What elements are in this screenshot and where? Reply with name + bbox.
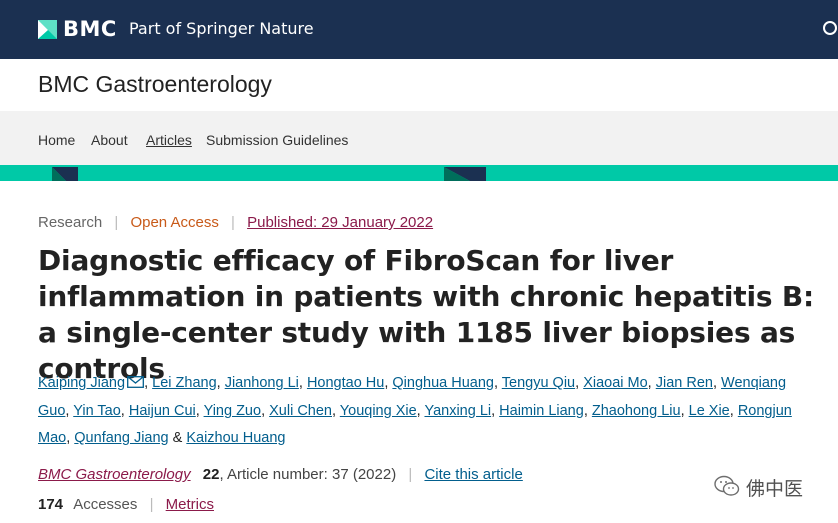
author-link[interactable]: Qinghua Huang — [392, 375, 494, 391]
citation-article-info: , Article number: 37 (2022) — [219, 466, 397, 483]
author-link[interactable]: Tengyu Qiu — [502, 375, 575, 391]
author-separator: , — [493, 375, 502, 391]
author-separator: & — [168, 430, 187, 446]
meta-divider: | — [231, 214, 235, 231]
author-separator: , — [491, 403, 500, 419]
nav-item-articles[interactable]: Articles — [146, 132, 192, 148]
metrics-divider: | — [149, 496, 154, 513]
author-link[interactable]: Kaizhou Huang — [186, 430, 285, 446]
nav-item-home[interactable]: Home — [38, 132, 75, 148]
author-link[interactable]: Hongtao Hu — [307, 375, 384, 391]
author-link[interactable]: Yanxing Li — [424, 403, 491, 419]
cite-this-article-link[interactable]: Cite this article — [424, 466, 522, 483]
author-separator: , — [729, 403, 738, 419]
brand-name: BMC — [63, 17, 117, 41]
journal-title[interactable]: BMC Gastroenterology — [38, 71, 272, 98]
open-access-badge: Open Access — [130, 214, 219, 231]
wechat-icon — [714, 475, 740, 501]
article-type: Research — [38, 214, 103, 231]
article-metrics: 174 Accesses | Metrics — [38, 496, 214, 513]
published-date-link[interactable]: Published: 29 January 2022 — [247, 214, 433, 231]
citation-volume: 22 — [202, 466, 220, 483]
top-bar: BMC Part of Springer Nature — [0, 0, 838, 59]
author-separator: , — [680, 403, 689, 419]
author-link[interactable]: Kaiping Jiang — [38, 375, 125, 391]
journal-nav: Home About Articles Submission Guideline… — [0, 111, 838, 165]
accent-stripe — [0, 165, 838, 181]
citation-journal-link[interactable]: BMC Gastroenterology — [38, 466, 191, 483]
author-separator: , — [332, 403, 340, 419]
author-separator: , — [583, 403, 592, 419]
author-link[interactable]: Ying Zuo — [204, 403, 262, 419]
author-link[interactable]: Xiaoai Mo — [583, 375, 647, 391]
bmc-logo-icon — [38, 19, 57, 39]
top-bar-menu-icon[interactable] — [820, 20, 838, 38]
nav-item-about[interactable]: About — [91, 132, 128, 148]
watermark: 佛中医 — [714, 474, 803, 501]
author-separator: , — [144, 375, 153, 391]
stripe-pattern — [52, 167, 486, 181]
author-link[interactable]: Le Xie — [689, 403, 730, 419]
accesses-label: Accesses — [73, 496, 138, 513]
citation-divider: | — [408, 466, 413, 483]
author-link[interactable]: Qunfang Jiang — [74, 430, 168, 446]
article-meta: Research | Open Access | Published: 29 J… — [38, 214, 433, 231]
metrics-link[interactable]: Metrics — [166, 496, 214, 513]
author-separator: , — [216, 375, 225, 391]
nav-item-submission-guidelines[interactable]: Submission Guidelines — [206, 132, 348, 148]
author-separator: , — [298, 375, 307, 391]
accesses-count: 174 — [38, 496, 64, 513]
email-icon[interactable] — [127, 371, 145, 398]
author-link[interactable]: Zhaohong Liu — [592, 403, 681, 419]
watermark-text: 佛中医 — [746, 478, 804, 500]
author-separator: , — [712, 375, 722, 391]
author-link[interactable]: Lei Zhang — [152, 375, 217, 391]
author-link[interactable]: Youqing Xie — [340, 403, 417, 419]
publisher-brand[interactable]: BMC — [38, 17, 117, 41]
journal-header: BMC Gastroenterology — [0, 59, 838, 112]
meta-divider: | — [114, 214, 119, 231]
author-link[interactable]: Jianhong Li — [225, 375, 299, 391]
citation-line: BMC Gastroenterology 22, Article number:… — [38, 466, 523, 483]
author-separator: , — [120, 403, 129, 419]
author-link[interactable]: Jian Ren — [656, 375, 713, 391]
author-list: Kaiping Jiang, Lei Zhang, Jianhong Li, H… — [38, 370, 808, 452]
author-link[interactable]: Yin Tao — [73, 403, 121, 419]
author-separator: , — [575, 375, 584, 391]
article-title: Diagnostic efficacy of FibroScan for liv… — [38, 244, 815, 385]
brand-tagline[interactable]: Part of Springer Nature — [129, 19, 314, 38]
author-separator: , — [647, 375, 656, 391]
author-link[interactable]: Xuli Chen — [269, 403, 332, 419]
author-separator: , — [195, 403, 204, 419]
author-link[interactable]: Haijun Cui — [129, 403, 196, 419]
author-link[interactable]: Haimin Liang — [499, 403, 584, 419]
author-separator: , — [261, 403, 270, 419]
